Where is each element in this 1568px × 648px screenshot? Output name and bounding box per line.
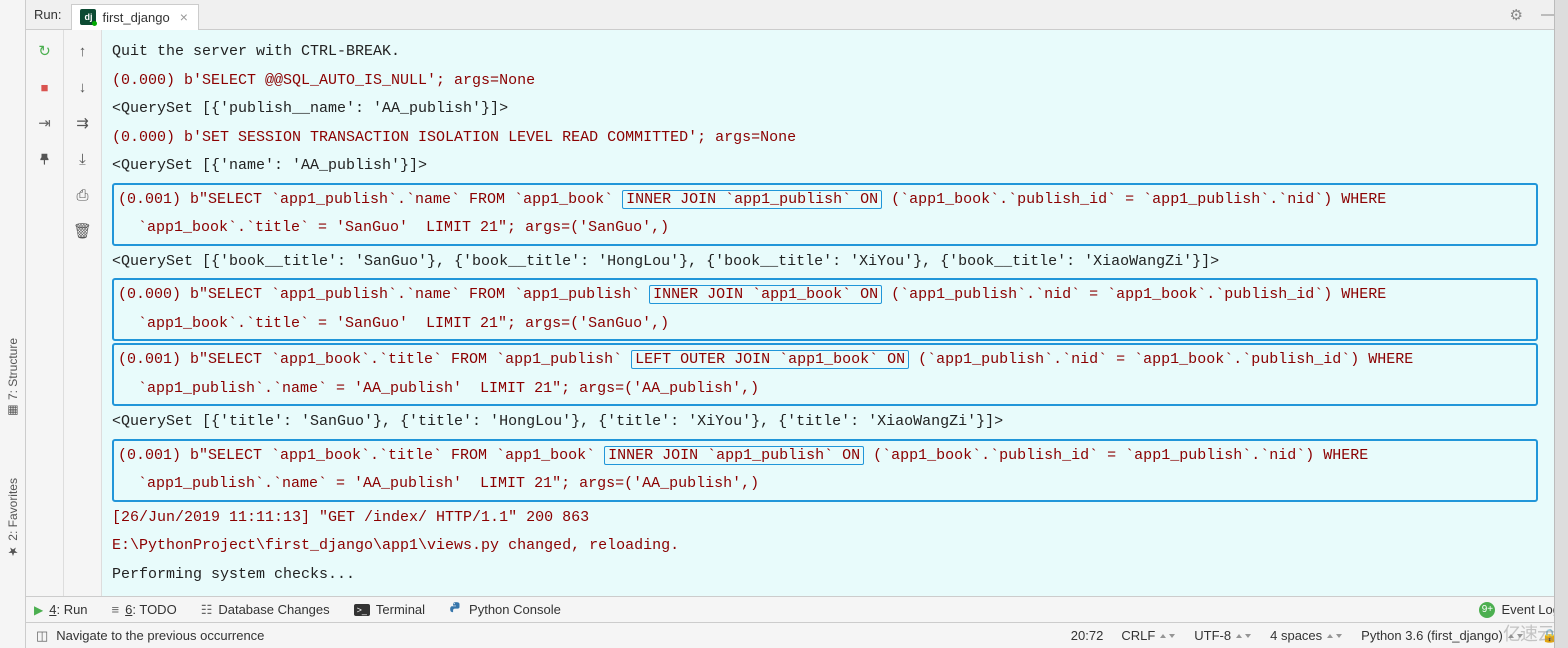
layout-icon[interactable]: ◫	[36, 628, 48, 644]
down-arrow-icon[interactable]: ↓	[72, 76, 94, 98]
tool-todo[interactable]: ≡ 6: TODO	[112, 602, 177, 617]
sidebar-item-structure[interactable]: ▦ 7: Structure	[6, 338, 20, 418]
console-line: <QuerySet [{'title': 'SanGuo'}, {'title'…	[112, 408, 1538, 437]
sql-highlight-box: (0.001) b"SELECT `app1_publish`.`name` F…	[112, 183, 1538, 246]
star-icon: ★	[6, 545, 20, 559]
print-icon[interactable]: ⎙	[72, 184, 94, 206]
console-line: Quit the server with CTRL-BREAK.	[112, 38, 1538, 67]
soft-wrap-icon[interactable]: ⇉	[72, 112, 94, 134]
dropdown-icon	[1233, 628, 1252, 643]
line-separator[interactable]: CRLF	[1121, 628, 1176, 643]
layout-button[interactable]: ⇥	[34, 112, 56, 134]
sql-highlight-box: (0.001) b"SELECT `app1_book`.`title` FRO…	[112, 439, 1538, 502]
status-message: Navigate to the previous occurrence	[56, 628, 264, 643]
tool-database[interactable]: ☷ Database Changes	[201, 602, 330, 618]
close-icon[interactable]: ×	[180, 9, 188, 25]
bottom-toolbar: ▶ 4: Run ≡ 6: TODO ☷ Database Changes >_…	[26, 596, 1568, 622]
run-panel-header: Run: dj first_django × ⚙ —	[26, 0, 1568, 30]
sql-highlight-box: (0.001) b"SELECT `app1_book`.`title` FRO…	[112, 343, 1538, 406]
run-panel-body: ↻ ■ ⇥ ↑ ↓ ⇉ ⤓ ⎙ 🗑 Quit the server with C…	[26, 30, 1568, 596]
run-config-tab[interactable]: dj first_django ×	[71, 4, 198, 30]
join-keyword-box: INNER JOIN `app1_book` ON	[649, 285, 882, 304]
tool-event-log[interactable]: 9+ Event Log	[1479, 602, 1560, 618]
indent-setting[interactable]: 4 spaces	[1270, 628, 1343, 643]
console-line: (0.000) b'SET SESSION TRANSACTION ISOLAT…	[112, 124, 1538, 153]
tool-python-console[interactable]: Python Console	[449, 601, 561, 618]
sidebar-structure-label: 7: Structure	[6, 338, 20, 400]
main-area: Run: dj first_django × ⚙ — ↻ ■ ⇥ ↑ ↓ ⇉ ⤓	[26, 0, 1568, 648]
scroll-to-end-icon[interactable]: ⤓	[72, 148, 94, 170]
dropdown-icon	[1157, 628, 1176, 643]
console-line: Performing system checks...	[112, 561, 1538, 590]
terminal-icon: >_	[354, 604, 370, 616]
dropdown-icon	[1324, 628, 1343, 643]
django-icon: dj	[80, 9, 96, 25]
gear-icon[interactable]: ⚙	[1506, 6, 1527, 24]
up-arrow-icon[interactable]: ↑	[72, 40, 94, 62]
tool-terminal[interactable]: >_ Terminal	[354, 602, 425, 617]
database-icon: ☷	[201, 602, 213, 618]
run-panel-title: Run:	[34, 7, 61, 22]
stop-button[interactable]: ■	[34, 76, 56, 98]
play-icon: ▶	[34, 603, 43, 617]
console-line: <QuerySet [{'name': 'AA_publish'}]>	[112, 152, 1538, 181]
join-keyword-box: INNER JOIN `app1_publish` ON	[604, 446, 864, 465]
structure-icon: ▦	[6, 404, 20, 418]
list-icon: ≡	[112, 602, 120, 617]
file-encoding[interactable]: UTF-8	[1194, 628, 1252, 643]
action-column-2: ↑ ↓ ⇉ ⤓ ⎙ 🗑	[64, 30, 102, 596]
sql-highlight-box: (0.000) b"SELECT `app1_publish`.`name` F…	[112, 278, 1538, 341]
console-line: (0.000) b'SELECT @@SQL_AUTO_IS_NULL'; ar…	[112, 67, 1538, 96]
dropdown-icon	[1505, 628, 1524, 643]
console-output[interactable]: Quit the server with CTRL-BREAK. (0.000)…	[102, 30, 1554, 596]
action-column-1: ↻ ■ ⇥	[26, 30, 64, 596]
trash-icon[interactable]: 🗑	[72, 220, 94, 242]
interpreter[interactable]: Python 3.6 (first_django)	[1361, 628, 1524, 643]
pin-button[interactable]	[34, 148, 56, 170]
right-edge-strip	[1554, 0, 1568, 648]
tool-run[interactable]: ▶ 4: Run	[34, 602, 88, 617]
console-line: E:\PythonProject\first_django\app1\views…	[112, 532, 1538, 561]
console-line: [26/Jun/2019 11:11:13] "GET /index/ HTTP…	[112, 504, 1538, 533]
sidebar-favorites-label: 2: Favorites	[6, 478, 20, 541]
notification-badge: 9+	[1479, 602, 1495, 618]
run-tab-label: first_django	[102, 10, 169, 25]
left-sidebar: ▦ 7: Structure ★ 2: Favorites	[0, 0, 26, 648]
console-line: <QuerySet [{'publish__name': 'AA_publish…	[112, 95, 1538, 124]
cursor-position[interactable]: 20:72	[1071, 628, 1104, 643]
join-keyword-box: INNER JOIN `app1_publish` ON	[622, 190, 882, 209]
rerun-button[interactable]: ↻	[34, 40, 56, 62]
join-keyword-box: LEFT OUTER JOIN `app1_book` ON	[631, 350, 909, 369]
status-bar: ◫ Navigate to the previous occurrence 20…	[26, 622, 1568, 648]
console-line: <QuerySet [{'book__title': 'SanGuo'}, {'…	[112, 248, 1538, 277]
sidebar-item-favorites[interactable]: ★ 2: Favorites	[6, 478, 20, 559]
python-icon	[449, 601, 463, 618]
